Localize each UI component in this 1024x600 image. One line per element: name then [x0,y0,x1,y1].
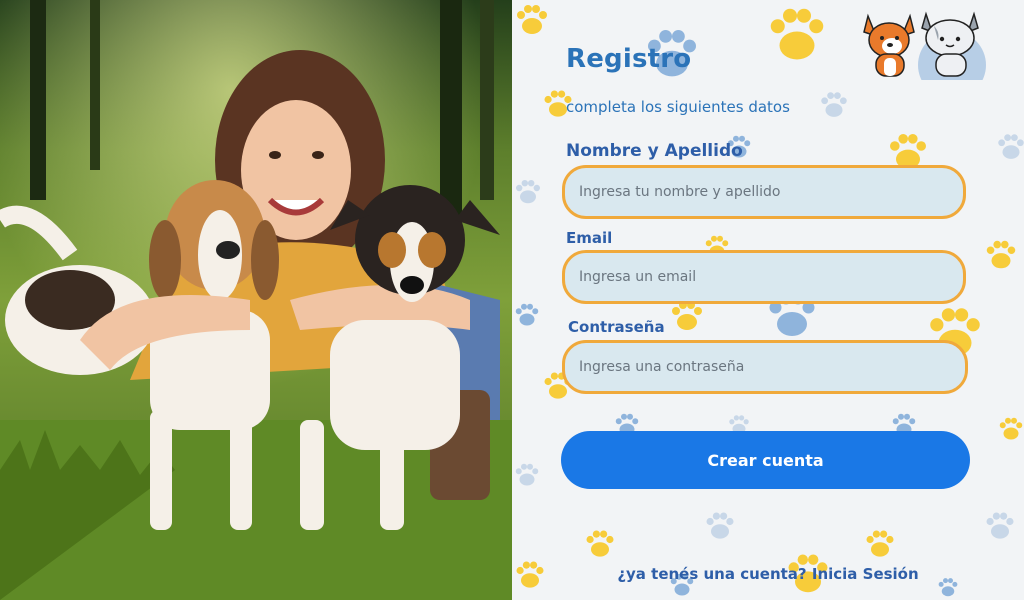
paw-print-icon [515,463,539,486]
paw-print-icon [821,92,847,117]
name-field-wrapper [562,165,966,219]
email-field-wrapper [562,250,966,304]
name-label: Nombre y Apellido [566,141,743,161]
email-label: Email [566,229,613,247]
pet-mascots-logo [863,11,986,80]
login-prompt: ¿ya tenés una cuenta? Inicia Sesión [512,565,1024,583]
create-account-button[interactable]: Crear cuenta [561,431,970,489]
login-prompt-text: ¿ya tenés una cuenta? [617,565,807,583]
password-input[interactable] [565,343,965,391]
paw-print-icon [517,5,547,34]
register-panel: Registro completa los siguientes datos N… [512,0,1024,600]
woman-with-dogs-image [0,0,512,600]
paw-print-icon [986,240,1016,269]
dog-mascot-icon [863,13,915,77]
paw-print-icon [986,512,1014,539]
register-screen: Registro completa los siguientes datos N… [0,0,1024,600]
paw-print-icon [516,180,540,204]
password-label: Contraseña [568,318,665,336]
paw-print-icon [515,303,539,326]
paw-print-icon [706,512,734,539]
paw-print-icon [999,417,1023,440]
paw-print-icon [586,530,614,557]
paw-print-icon [998,134,1024,159]
password-field-wrapper [562,340,968,394]
email-input[interactable] [565,253,963,301]
paw-print-icon [866,530,894,557]
hero-photo [0,0,512,600]
name-input[interactable] [565,168,963,216]
page-title: Registro [566,44,692,74]
page-subtitle: completa los siguientes datos [566,98,790,116]
login-link[interactable]: Inicia Sesión [812,565,919,583]
paw-print-icon [770,8,824,60]
